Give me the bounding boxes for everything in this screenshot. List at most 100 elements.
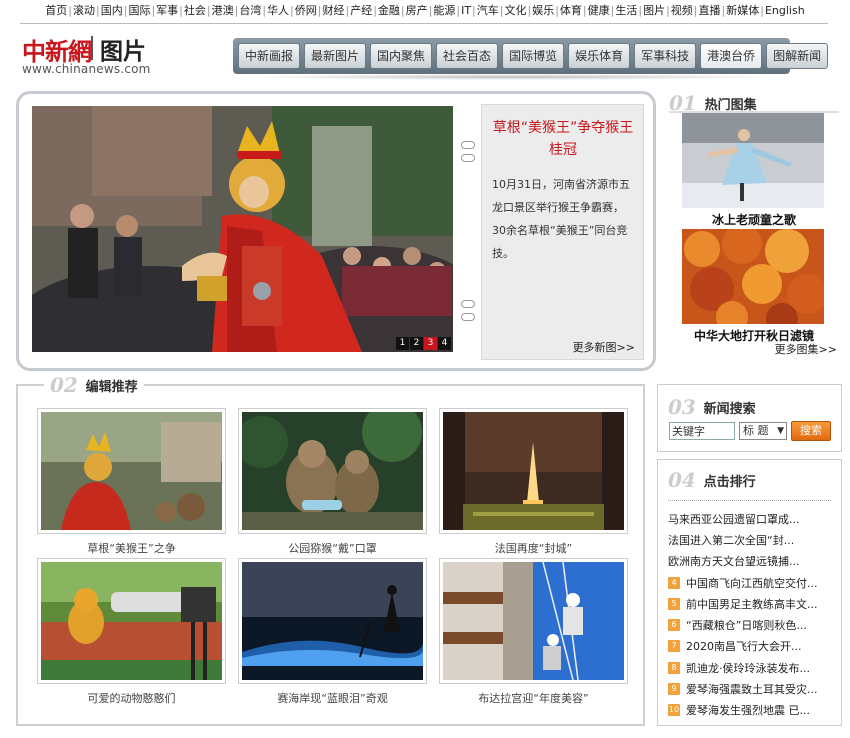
nav-separator: | <box>345 4 350 17</box>
hot-gallery-photo-2[interactable] <box>682 229 824 324</box>
search-input[interactable] <box>669 422 735 440</box>
ranking-item[interactable]: 6 “西藏粮仓”日喀则秋色... <box>668 614 836 635</box>
top-nav-item[interactable]: 能源 <box>433 4 455 17</box>
editor-pick-caption-5[interactable]: 赛海岸现“蓝眼泪”奇观 <box>238 690 427 706</box>
top-nav-item[interactable]: IT <box>461 4 471 17</box>
top-nav-item[interactable]: 健康 <box>588 4 610 17</box>
tabs-shadow <box>240 74 783 80</box>
channel-tab[interactable]: 军事科技 <box>634 43 697 69</box>
top-nav-item[interactable]: 产经 <box>350 4 372 17</box>
channel-tab[interactable]: 中新画报 <box>238 43 301 69</box>
ranking-item[interactable]: 2法国进入第二次全国“封... <box>668 529 836 550</box>
top-nav-item[interactable]: 台湾 <box>239 4 261 17</box>
top-nav-item[interactable]: 国际 <box>128 4 150 17</box>
top-nav-item[interactable]: 视频 <box>671 4 693 17</box>
section-number: 03 <box>668 395 696 419</box>
ranking-item[interactable]: 3欧洲南方天文台望远镜捕... <box>668 551 836 572</box>
channel-tab[interactable]: 国际博览 <box>502 43 565 69</box>
ranking-item[interactable]: 4 中国商飞向江西航空交付... <box>668 572 836 593</box>
channel-tab[interactable]: 国内聚焦 <box>370 43 433 69</box>
top-nav-item[interactable]: 生活 <box>615 4 637 17</box>
editor-pick-caption-1[interactable]: 草根“美猴王”之争 <box>37 540 226 556</box>
editor-pick-caption-2[interactable]: 公园猕猴“戴”口罩 <box>238 540 427 556</box>
editor-pick-caption-3[interactable]: 法国再度“封城” <box>439 540 628 556</box>
ranking-item[interactable]: 5 前中国男足主教练高丰文... <box>668 593 836 614</box>
editor-pick-caption-6[interactable]: 布达拉宫迎“年度美容” <box>439 690 628 706</box>
editor-pick-thumb-3[interactable] <box>439 408 628 534</box>
ranking-item[interactable]: 8 凯迪龙·侯玲玲泳装发布... <box>668 657 836 678</box>
chevron-down-icon: ▼ <box>777 426 784 436</box>
channel-tab[interactable]: 图解新闻 <box>766 43 829 69</box>
featured-photo[interactable]: 1234 <box>32 106 453 352</box>
ranking-item-title: 爱琴海发生强烈地震 已... <box>686 704 810 718</box>
slide-pager-item[interactable]: 2 <box>410 337 423 350</box>
slide-pager-item[interactable]: 3 <box>424 337 437 350</box>
search-field-select[interactable]: 标 题 ▼ <box>739 422 787 440</box>
top-nav-item[interactable]: 港澳 <box>212 4 234 17</box>
featured-panel: 1234 草根“美猴王”争夺猴王桂冠 10月31日，河南省济源市五龙口景区举行猴… <box>16 91 656 371</box>
top-nav-item[interactable]: 军事 <box>156 4 178 17</box>
channel-tab[interactable]: 娱乐体育 <box>568 43 631 69</box>
top-nav-item[interactable]: 滚动 <box>73 4 95 17</box>
ranking-item[interactable]: 1马来西亚公园遗留口罩成... <box>668 508 836 529</box>
top-nav-item[interactable]: 首页 <box>45 4 67 17</box>
ranking-item-title: 前中国男足主教练高丰文... <box>686 597 818 611</box>
hot-gallery-caption-1[interactable]: 冰上老顽童之歌 <box>669 211 839 228</box>
top-nav-item[interactable]: 侨网 <box>295 4 317 17</box>
top-nav-item[interactable]: 国内 <box>101 4 123 17</box>
slide-pager-item[interactable]: 4 <box>438 337 451 350</box>
ranking-item[interactable]: 9 爱琴海强震致土耳其受灾... <box>668 678 836 699</box>
top-nav-item[interactable]: 社会 <box>184 4 206 17</box>
top-nav-item[interactable]: English <box>765 4 805 17</box>
channel-tab[interactable]: 社会百态 <box>436 43 499 69</box>
nav-separator: | <box>760 4 764 17</box>
featured-title[interactable]: 草根“美猴王”争夺猴王桂冠 <box>488 117 638 161</box>
nav-separator: | <box>262 4 267 17</box>
more-new-photos-link[interactable]: 更多新图>> <box>573 339 635 355</box>
channel-tab[interactable]: 最新图片 <box>304 43 367 69</box>
nav-separator: | <box>638 4 643 17</box>
top-nav-item[interactable]: 新媒体 <box>726 4 759 17</box>
top-nav-item[interactable]: 房产 <box>406 4 428 17</box>
nav-separator: | <box>151 4 156 17</box>
nav-separator: | <box>68 4 73 17</box>
editor-pick-caption-4[interactable]: 可爱的动物憨憨们 <box>37 690 226 706</box>
ranking-item[interactable]: 10 爱琴海发生强烈地震 已... <box>668 700 836 721</box>
logo-divider <box>91 36 93 60</box>
top-nav-item[interactable]: 财经 <box>322 4 344 17</box>
top-nav-item[interactable]: 直播 <box>699 4 721 17</box>
rank-number-badge: 7 <box>668 640 680 653</box>
editor-picks: 02 编辑推荐 草根“美猴王”之争 公园猕猴“戴”口罩 法国再度“封城” 可爱的… <box>16 373 645 726</box>
editor-pick-thumb-4[interactable] <box>37 558 226 684</box>
binder-ring <box>461 313 475 321</box>
site-logo[interactable]: 中新網 图片 www.chinanews.com <box>22 32 232 78</box>
editor-pick-thumb-6[interactable] <box>439 558 628 684</box>
top-nav-item[interactable]: 华人 <box>267 4 289 17</box>
hot-gallery-title: 热门图集 <box>704 97 757 113</box>
rank-number-badge: 5 <box>668 597 680 610</box>
search-button[interactable]: 搜索 <box>791 421 831 441</box>
editor-pick-thumb-1[interactable] <box>37 408 226 534</box>
nav-separator: | <box>721 4 726 17</box>
ranking-item[interactable]: 7 2020南昌飞行大会开... <box>668 636 836 657</box>
channel-tab[interactable]: 港澳台侨 <box>700 43 763 69</box>
nav-separator: | <box>317 4 322 17</box>
hot-gallery-header: 01 热门图集 <box>669 91 757 115</box>
section-number: 04 <box>668 468 696 492</box>
hot-gallery-photo-1[interactable] <box>682 113 824 208</box>
top-nav-item[interactable]: 金融 <box>378 4 400 17</box>
featured-caption-card: 草根“美猴王”争夺猴王桂冠 10月31日，河南省济源市五龙口景区举行猴王争霸赛，… <box>481 104 644 360</box>
binder-ring <box>461 154 475 162</box>
editor-pick-thumb-5[interactable] <box>238 558 427 684</box>
top-nav-item[interactable]: 娱乐 <box>532 4 554 17</box>
slide-pager-item[interactable]: 1 <box>396 337 409 350</box>
top-nav-item[interactable]: 图片 <box>643 4 665 17</box>
editor-pick-thumb-2[interactable] <box>238 408 427 534</box>
top-nav-item[interactable]: 体育 <box>560 4 582 17</box>
monkey-camera-thumb <box>41 562 222 680</box>
top-nav-item[interactable]: 文化 <box>504 4 526 17</box>
top-nav-item[interactable]: 汽车 <box>477 4 499 17</box>
more-galleries-link[interactable]: 更多图集>> <box>775 341 837 357</box>
nav-separator: | <box>610 4 615 17</box>
binder-ring <box>461 300 475 308</box>
